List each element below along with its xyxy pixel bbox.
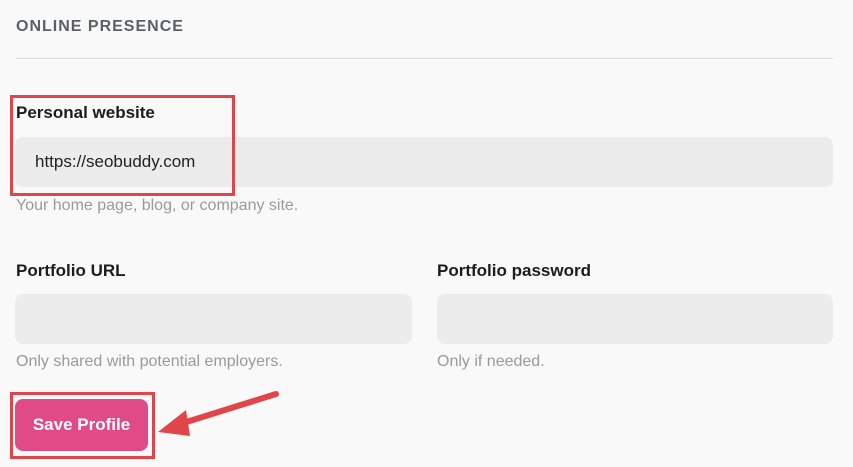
personal-website-label: Personal website — [16, 103, 155, 122]
portfolio-password-help: Only if needed. — [437, 353, 545, 370]
section-divider — [16, 58, 833, 59]
section-title: ONLINE PRESENCE — [16, 18, 184, 35]
personal-website-input[interactable]: https://seobuddy.com — [15, 137, 833, 187]
save-profile-button[interactable]: Save Profile — [15, 399, 148, 451]
portfolio-password-label: Portfolio password — [437, 261, 591, 280]
portfolio-url-input[interactable] — [15, 294, 412, 344]
portfolio-url-help: Only shared with potential employers. — [16, 353, 283, 370]
personal-website-help: Your home page, blog, or company site. — [16, 197, 299, 214]
annotation-arrow-icon — [158, 391, 279, 436]
portfolio-url-label: Portfolio URL — [16, 261, 126, 280]
portfolio-password-input[interactable] — [437, 294, 833, 344]
